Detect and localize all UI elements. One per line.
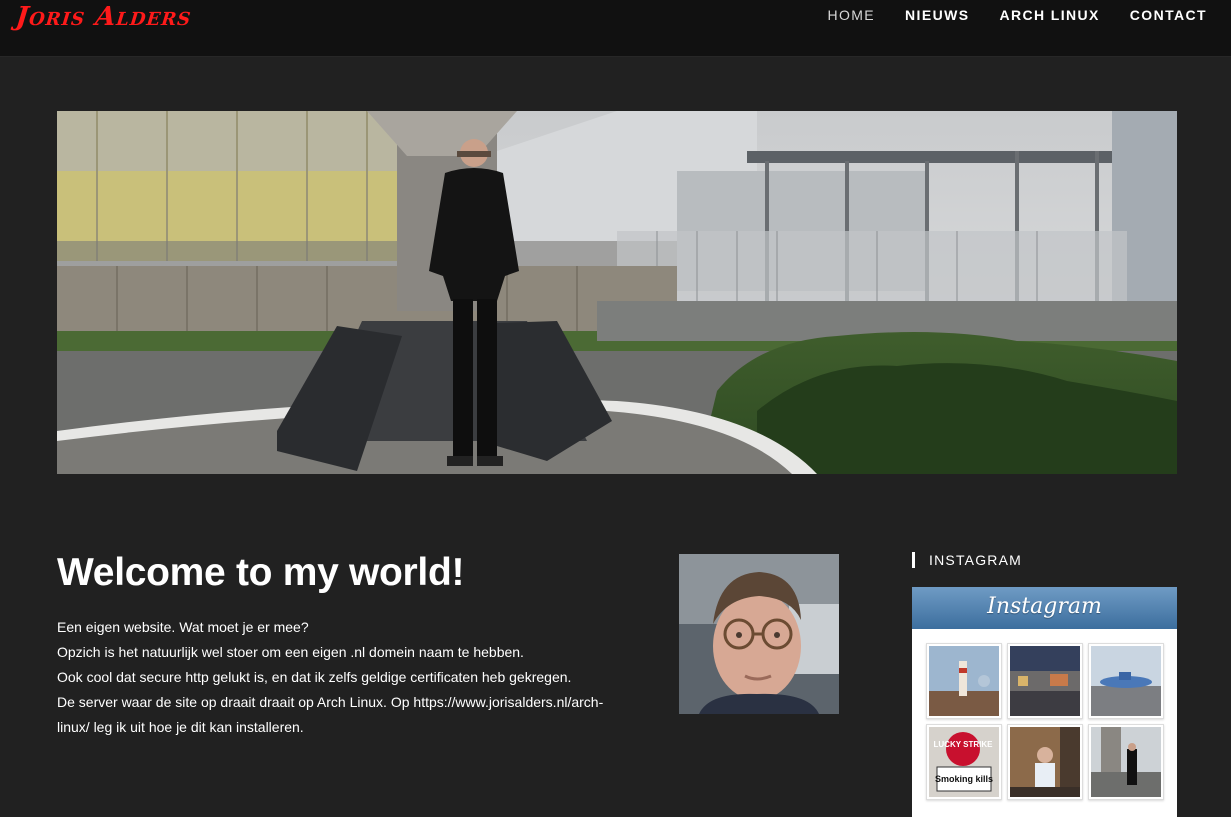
instagram-grid: LUCKY STRIKE Smoking kills [926,643,1164,800]
intro-paragraph: De server waar de site op draait draait … [57,694,604,735]
nav-contact[interactable]: CONTACT [1115,7,1231,23]
instagram-logo[interactable]: Instagram [912,587,1177,629]
site-logo[interactable]: Joris Alders [14,2,193,32]
instagram-thumb[interactable] [1007,724,1083,800]
intro-paragraph: Opzich is het natuurlijk wel stoer om ee… [57,644,524,660]
site-header: Joris Alders HOME NIEUWS ARCH LINUX CONT… [0,0,1231,56]
instagram-thumb[interactable] [1088,724,1164,800]
page-title: Welcome to my world! [57,551,465,594]
instagram-thumb[interactable] [926,643,1002,719]
nav-nieuws[interactable]: NIEUWS [890,7,984,23]
nav-home[interactable]: HOME [812,7,890,23]
intro-text: Een eigen website. Wat moet je er mee? O… [57,615,617,740]
intro-paragraph: Een eigen website. Wat moet je er mee? [57,619,309,635]
nav-arch-linux[interactable]: ARCH LINUX [984,7,1114,23]
instagram-widget-title: INSTAGRAM [912,552,1022,568]
intro-paragraph: Ook cool dat secure http gelukt is, en d… [57,669,572,685]
instagram-thumb[interactable] [1007,643,1083,719]
thumb-sign-warning: Smoking kills [935,774,993,784]
instagram-widget: Instagram LUCKY STRIKE Smoking kills [912,587,1177,817]
portrait-photo [679,554,839,714]
thumb-sign-brand: LUCKY STRIKE [934,740,994,749]
main-nav: HOME NIEUWS ARCH LINUX CONTACT [812,7,1231,23]
hero-image [57,111,1177,474]
instagram-thumb[interactable] [1088,643,1164,719]
instagram-thumb[interactable]: LUCKY STRIKE Smoking kills [926,724,1002,800]
